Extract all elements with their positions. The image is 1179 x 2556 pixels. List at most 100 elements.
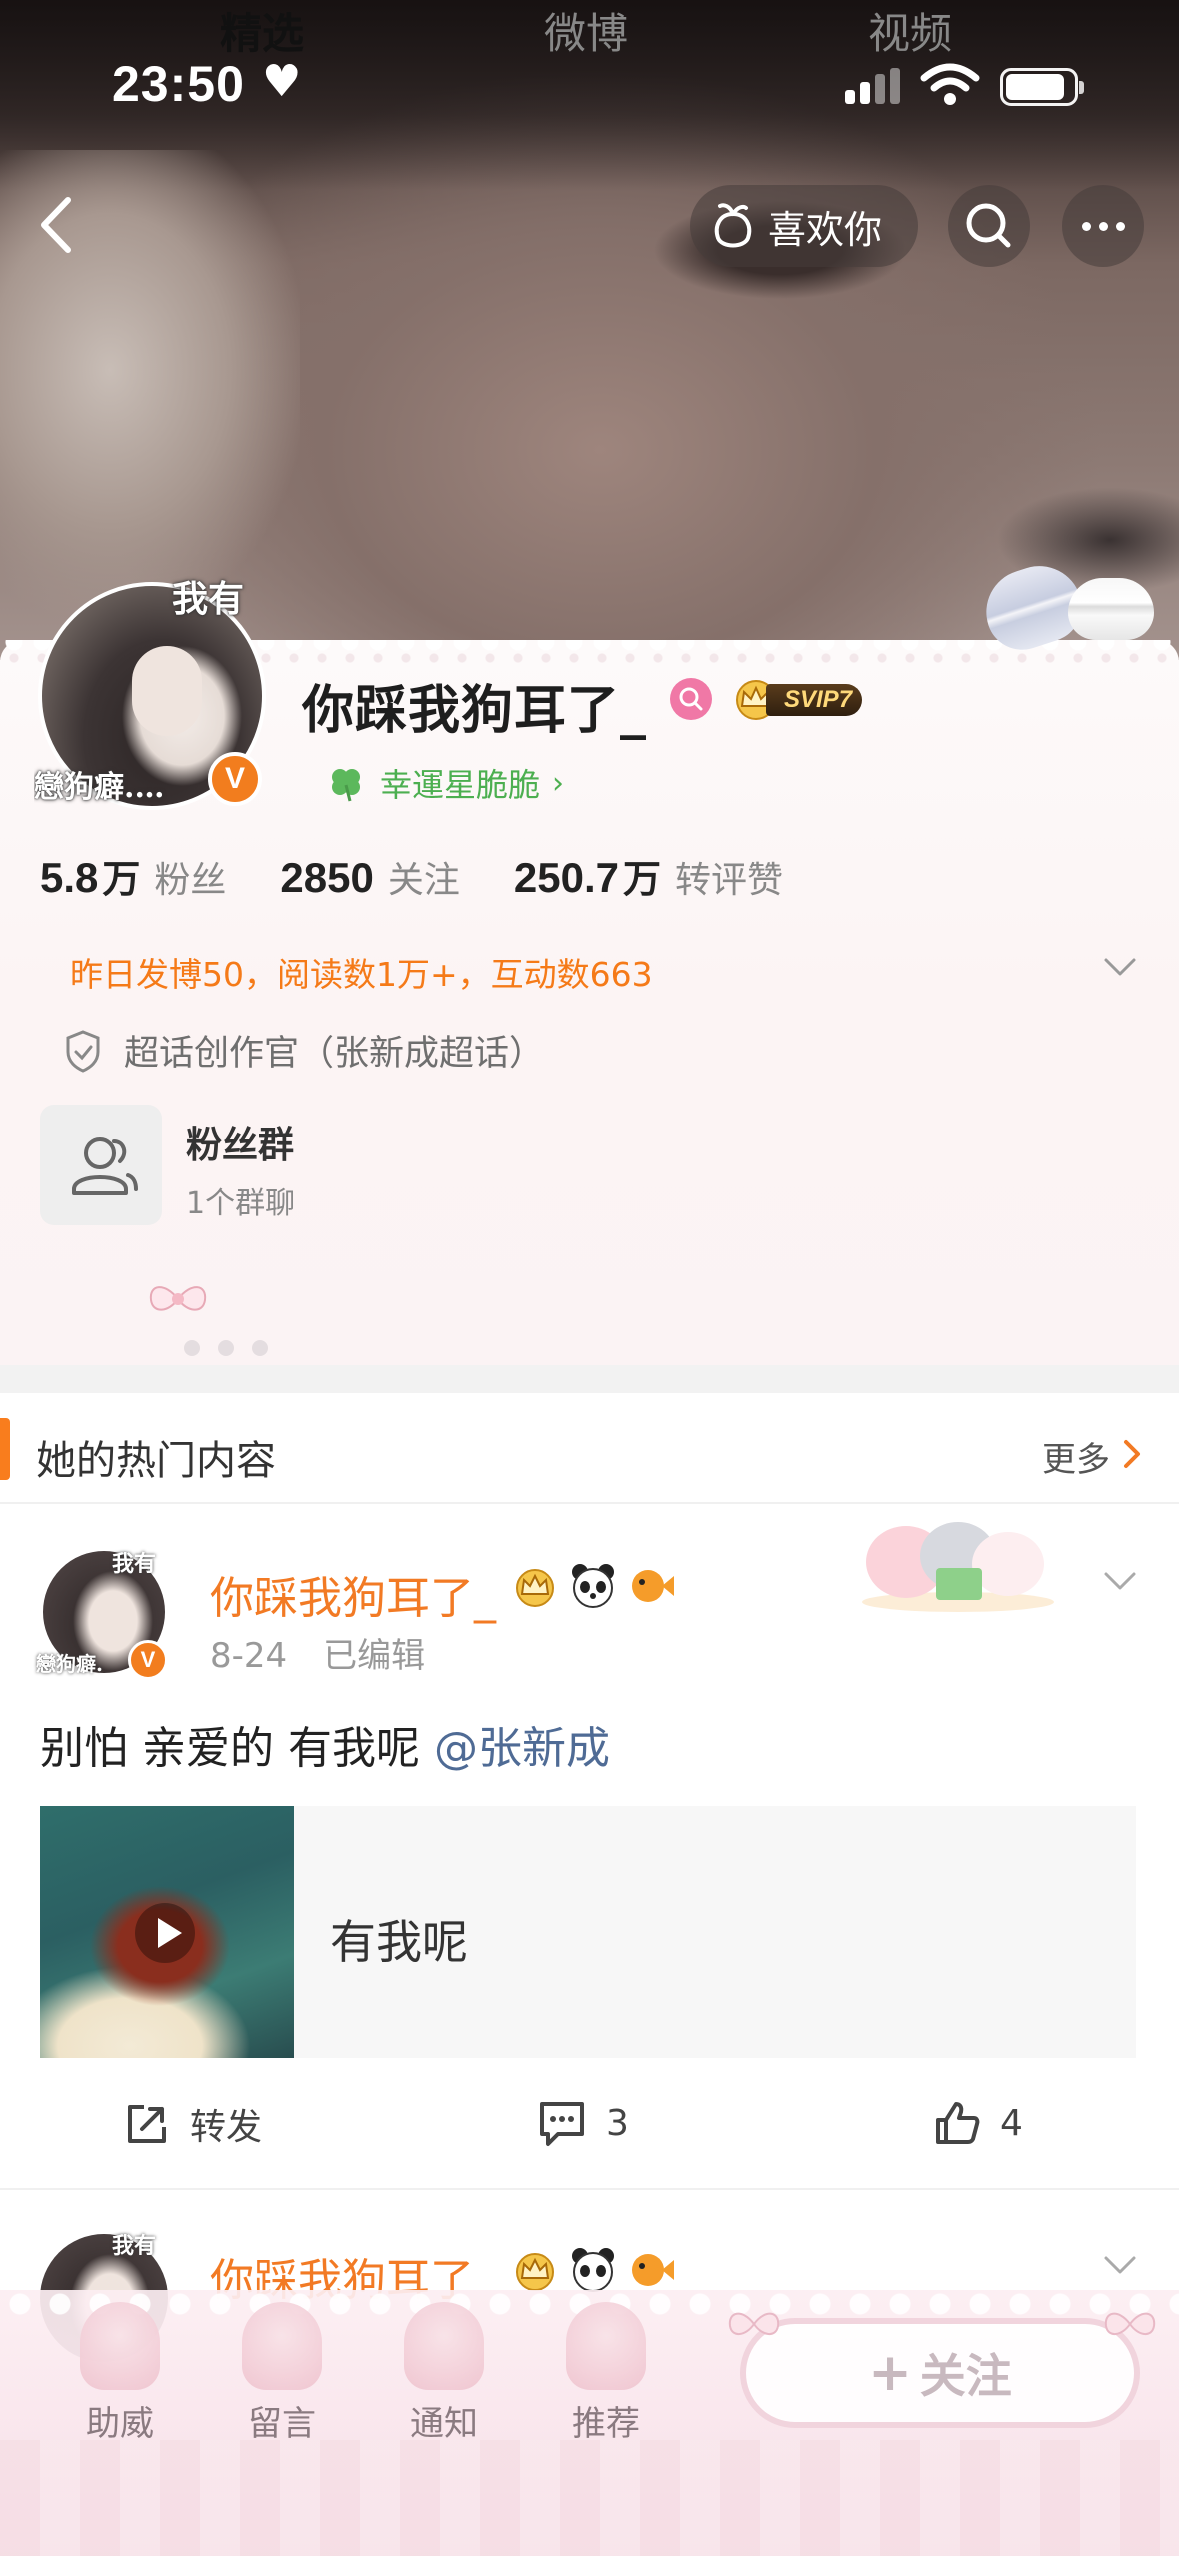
daily-summary: 昨日发博50，阅读数1万+，互动数663 <box>70 955 653 994</box>
super-topic-label: 超话创作官（张新成超话） <box>124 1034 545 1074</box>
post-avatar-caption-top: 我有 <box>112 1551 157 1577</box>
tab-featured[interactable]: 精选 <box>220 0 304 61</box>
fans-label[interactable]: 粉丝 <box>154 851 226 903</box>
fan-group-subtitle: 1个群聊 <box>186 1186 296 1221</box>
crown-icon <box>508 2244 562 2294</box>
lucky-star-label: 幸運星脆脆 <box>380 766 541 804</box>
share-icon <box>128 2105 166 2143</box>
fan-group-icon[interactable] <box>40 1105 162 1225</box>
interactions-label[interactable]: 转评赞 <box>675 851 783 903</box>
repost-button[interactable]: 转发 <box>122 2098 262 2150</box>
more-button[interactable] <box>1062 185 1144 267</box>
search-icon <box>966 203 1011 248</box>
post-avatar-caption-top: 我有 <box>112 2233 157 2259</box>
music-cover-image[interactable] <box>40 1806 294 2058</box>
like-button[interactable]: 4 <box>932 2098 1023 2148</box>
fans-count[interactable]: 5.8 <box>40 854 98 902</box>
wifi-icon <box>920 63 980 105</box>
bottom-bar-pattern <box>0 2440 1179 2556</box>
post-actions: 转发 3 4 <box>0 2090 1179 2170</box>
message-label: 留言 <box>248 2404 316 2444</box>
chevron-down-icon[interactable] <box>1100 1566 1140 1596</box>
peach-icon <box>714 203 752 248</box>
username: 你踩我狗耳了_ <box>302 681 648 741</box>
lucky-star-link[interactable]: 幸運星脆脆 › <box>326 760 564 806</box>
notify-label: 通知 <box>410 2404 478 2444</box>
notify-button[interactable]: 通知 <box>384 2302 504 2445</box>
pufferfish-icon <box>624 1560 678 1610</box>
following-count[interactable]: 2850 <box>280 854 373 902</box>
bunny-girl-icon-2 <box>404 2302 484 2390</box>
pufferfish-icon <box>624 2244 678 2294</box>
music-card[interactable]: 有我呢 <box>40 1806 1136 2058</box>
section-accent-bar <box>0 1418 10 1480</box>
avatar-caption-top: 我有 <box>172 578 245 620</box>
tab-weibo[interactable]: 微博 <box>544 0 628 61</box>
music-title: 有我呢 <box>330 1915 468 1969</box>
svip-badge[interactable]: SVIP7 <box>730 676 876 720</box>
crown-icon <box>508 1560 562 1610</box>
hot-content-title: 她的热门内容 <box>36 1438 276 1484</box>
panda-icon <box>566 2244 620 2294</box>
like-you-button[interactable]: 喜欢你 <box>690 185 918 267</box>
shield-icon <box>66 1029 100 1073</box>
fan-group-title[interactable]: 粉丝群 <box>186 1116 294 1168</box>
avatar-caption-bottom: 戀狗癖.… <box>34 770 165 805</box>
comment-button[interactable]: 3 <box>536 2098 629 2148</box>
post-badges <box>508 2244 678 2294</box>
follow-button[interactable]: + 关注 <box>758 2334 1122 2412</box>
post-meta: 8-24 已编辑 <box>210 1628 425 1677</box>
bunny-girl-icon <box>80 2302 160 2390</box>
heart-icon: ♥ <box>262 56 302 107</box>
cupcake-icon <box>566 2302 646 2390</box>
chevron-down-icon[interactable] <box>1100 2250 1140 2280</box>
post-body: 别怕 亲爱的 有我呢 <box>40 1723 434 1774</box>
macaron-decoration-2 <box>1068 578 1154 640</box>
interactions-unit: 万 <box>622 857 661 901</box>
like-you-label: 喜欢你 <box>768 207 883 252</box>
post-date: 8-24 <box>210 1636 288 1676</box>
more-icon <box>1081 221 1091 231</box>
divider-line <box>0 2188 1179 2190</box>
people-icon <box>72 1137 138 1195</box>
chevron-right-icon[interactable] <box>1120 1436 1144 1472</box>
message-button[interactable]: 留言 <box>222 2302 342 2445</box>
super-topic-row[interactable]: 超话创作官（张新成超话） <box>62 1025 544 1076</box>
clover-icon <box>332 769 360 802</box>
post-author-name[interactable]: 你踩我狗耳了_ <box>210 1562 496 1626</box>
pink-search-badge-icon[interactable] <box>670 678 712 720</box>
bow-icon <box>1104 2312 1156 2335</box>
tab-video[interactable]: 视频 <box>868 0 952 61</box>
svip-label: SVIP7 <box>766 684 863 716</box>
divider-line <box>0 1502 1179 1504</box>
chevron-down-icon[interactable] <box>1100 952 1140 982</box>
following-label[interactable]: 关注 <box>388 851 460 903</box>
search-button[interactable] <box>948 185 1030 267</box>
chevron-left-icon[interactable] <box>28 190 88 260</box>
post-avatar-caption-bottom: 戀狗癖. <box>36 1652 103 1676</box>
post-badges <box>508 1560 678 1610</box>
battery-icon <box>1000 68 1084 106</box>
bow-icon <box>149 1286 207 1311</box>
cheer-button[interactable]: 助威 <box>60 2302 180 2445</box>
play-icon[interactable] <box>134 1902 196 1964</box>
hot-more-link[interactable]: 更多 <box>1042 1432 1110 1481</box>
chevron-right-icon: › <box>552 765 565 801</box>
like-count: 4 <box>1000 2102 1023 2144</box>
comment-icon <box>540 2102 584 2146</box>
ice-cream-icon <box>242 2302 322 2390</box>
plus-icon: + <box>868 2343 912 2403</box>
fans-unit: 万 <box>102 857 141 901</box>
cheer-label: 助威 <box>86 2404 154 2444</box>
status-time: 23:50 <box>112 56 245 112</box>
signal-icon <box>845 68 901 104</box>
post-verified-badge: V <box>128 1640 168 1680</box>
interactions-count[interactable]: 250.7 <box>514 854 619 902</box>
section-divider <box>0 1365 1179 1393</box>
post-mention-link[interactable]: @张新成 <box>434 1723 610 1774</box>
post-text: 别怕 亲爱的 有我呢 @张新成 <box>40 1712 610 1776</box>
comment-count: 3 <box>606 2102 629 2144</box>
recommend-label: 推荐 <box>572 2404 640 2444</box>
piglets-reading-decoration <box>862 1522 1054 1612</box>
recommend-button[interactable]: 推荐 <box>546 2302 666 2445</box>
